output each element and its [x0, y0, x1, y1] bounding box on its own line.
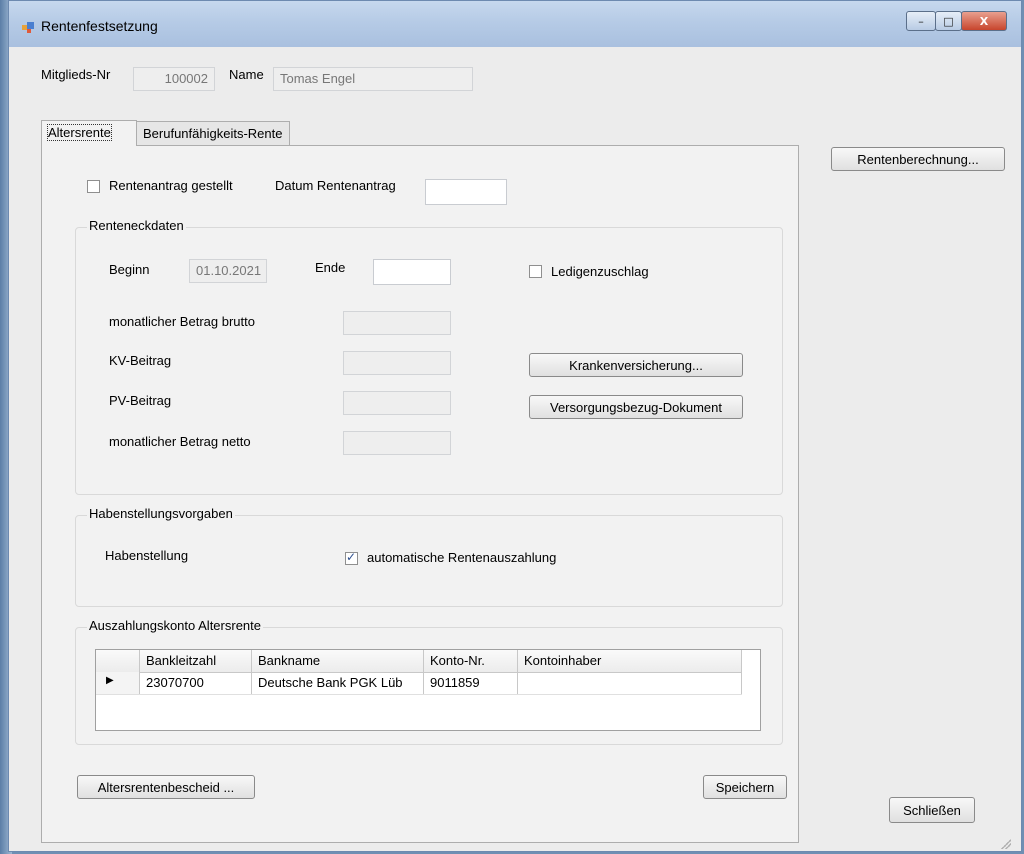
member-number-label: Mitglieds-Nr: [41, 67, 111, 82]
rentenberechnung-button[interactable]: Rentenberechnung...: [831, 147, 1005, 171]
resize-grip-icon[interactable]: [1001, 839, 1011, 849]
cell-bankleitzahl[interactable]: 23070700: [140, 672, 252, 694]
netto-field[interactable]: [343, 431, 451, 455]
datum-rentenantrag-label: Datum Rentenantrag: [275, 178, 396, 193]
row-indicator-icon[interactable]: ▶: [96, 672, 140, 694]
window-title: Rentenfestsetzung: [41, 18, 158, 34]
ende-field[interactable]: [373, 259, 451, 285]
konto-grid[interactable]: Bankleitzahl Bankname Konto-Nr. Kontoinh…: [95, 649, 761, 731]
grid-header-bankleitzahl[interactable]: Bankleitzahl: [140, 650, 252, 672]
grid-header-kontoinhaber[interactable]: Kontoinhaber: [518, 650, 742, 672]
maximize-button[interactable]: □: [935, 11, 962, 31]
speichern-button[interactable]: Speichern: [703, 775, 787, 799]
auszahlungskonto-title: Auszahlungskonto Altersrente: [87, 618, 263, 633]
rentenantrag-checkbox[interactable]: [87, 180, 100, 193]
renteneckdaten-title: Renteneckdaten: [87, 218, 186, 233]
beginn-label: Beginn: [109, 262, 150, 277]
pv-beitrag-label: PV-Beitrag: [109, 393, 172, 408]
kv-beitrag-field[interactable]: [343, 351, 451, 375]
beginn-field[interactable]: 01.10.2021: [189, 259, 267, 283]
schliessen-button[interactable]: Schließen: [889, 797, 975, 823]
tab-berufsunfaehigkeit[interactable]: Berufunfähigkeits-Rente: [136, 121, 290, 146]
cell-kontoinhaber[interactable]: [518, 672, 742, 694]
rentenantrag-label: Rentenantrag gestellt: [109, 178, 233, 193]
brutto-field[interactable]: [343, 311, 451, 335]
minimize-button[interactable]: –: [906, 11, 936, 31]
table-row[interactable]: ▶ 23070700 Deutsche Bank PGK Lüb 9011859: [96, 672, 742, 695]
altersrentenbescheid-button[interactable]: Altersrentenbescheid ...: [77, 775, 255, 799]
kv-beitrag-label: KV-Beitrag: [109, 353, 172, 368]
pv-beitrag-field[interactable]: [343, 391, 451, 415]
habenstellung-title: Habenstellungsvorgaben: [87, 506, 235, 521]
auto-rentenauszahlung-label: automatische Rentenauszahlung: [367, 550, 557, 565]
tab-altersrente-label: Altersrente: [47, 124, 112, 141]
form-client-area: Mitglieds-Nr 100002 Name Tomas Engel Alt…: [19, 47, 1013, 851]
grid-header-row: Bankleitzahl Bankname Konto-Nr. Kontoinh…: [96, 650, 742, 673]
cell-konto-nr[interactable]: 9011859: [424, 672, 518, 694]
netto-label: monatlicher Betrag netto: [109, 434, 251, 449]
krankenversicherung-button[interactable]: Krankenversicherung...: [529, 353, 743, 377]
brutto-label: monatlicher Betrag brutto: [109, 314, 255, 329]
habenstellung-label: Habenstellung: [105, 548, 189, 563]
tab-berufsunfaehigkeit-label: Berufunfähigkeits-Rente: [143, 126, 283, 141]
datum-rentenantrag-field[interactable]: [425, 179, 507, 205]
name-field[interactable]: Tomas Engel: [273, 67, 473, 91]
grid-header-bankname[interactable]: Bankname: [252, 650, 424, 672]
ledigenzuschlag-label: Ledigenzuschlag: [551, 264, 649, 279]
rentenfestsetzung-window: Rentenfestsetzung – □ X Mitglieds-Nr 100…: [8, 0, 1022, 852]
auto-rentenauszahlung-checkbox[interactable]: [345, 550, 358, 565]
versorgungsbezug-button[interactable]: Versorgungsbezug-Dokument: [529, 395, 743, 419]
ende-label: Ende: [315, 260, 346, 275]
member-number-field[interactable]: 100002: [133, 67, 215, 91]
ledigenzuschlag-checkbox[interactable]: [529, 265, 542, 278]
name-label: Name: [229, 67, 264, 82]
tab-altersrente[interactable]: Altersrente: [41, 120, 137, 146]
grid-header-corner: [96, 650, 140, 672]
grid-header-konto-nr[interactable]: Konto-Nr.: [424, 650, 518, 672]
title-bar[interactable]: Rentenfestsetzung – □ X: [9, 1, 1021, 47]
cell-bankname[interactable]: Deutsche Bank PGK Lüb: [252, 672, 424, 694]
app-icon: [22, 22, 34, 33]
close-button[interactable]: X: [961, 11, 1007, 31]
